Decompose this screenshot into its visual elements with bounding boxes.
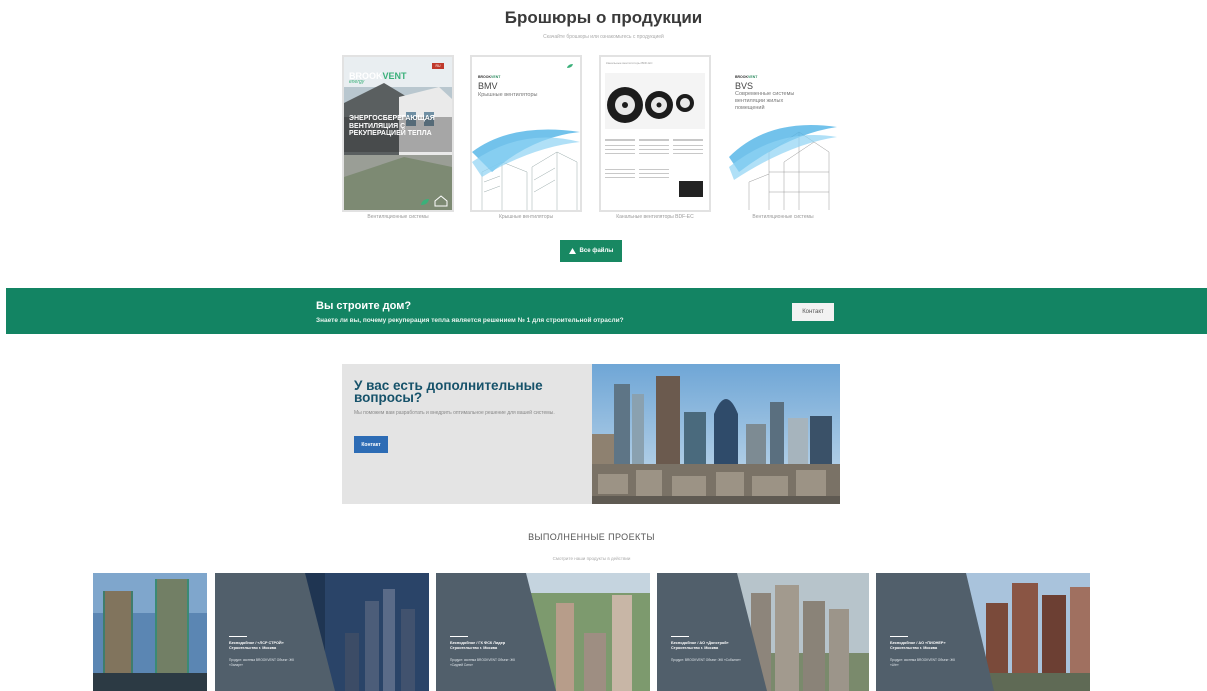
banner-heading: Вы строите дом? — [316, 300, 412, 312]
project-photo — [93, 573, 207, 691]
banner-text: Знаете ли вы, почему рекуперация тепла я… — [316, 317, 624, 324]
brochure-headline: ЭНЕРГОСБЕРЕГАЮЩАЯ ВЕНТИЛЯЦИЯ С РЕКУПЕРАЦ… — [349, 115, 435, 137]
project-caption: Бесподобное / АО «ПИОНЕР» Строительство … — [890, 636, 970, 667]
project-subtitle: Продукт: BROOKVENT Объект: ЖК «Событие» — [671, 658, 741, 662]
questions-panel: У вас есть дополнительные вопросы? Мы по… — [342, 364, 592, 504]
project-subtitle: Продукт: система BROOKVENT Объект: ЖК «С… — [450, 658, 516, 667]
project-title: Бесподобное / ГК ФСК Лидер Строительство… — [450, 641, 506, 650]
project-card[interactable]: Бесподобное / ГК ФСК Лидер Строительство… — [436, 573, 650, 691]
project-card[interactable]: Бесподобное / «ЛСР СТРОЙ» Строительство … — [215, 573, 429, 691]
projects-title: ВЫПОЛНЕННЫЕ ПРОЕКТЫ — [528, 532, 655, 542]
banner-contact-button[interactable]: Контакт — [792, 303, 834, 321]
brochure-product-sub: Современные системы вентиляции жилых пом… — [735, 91, 795, 111]
brochure-product-sub: Крышные вентиляторы — [478, 92, 538, 98]
brochure-caption: Крышные вентиляторы — [498, 214, 554, 220]
house-icon — [434, 195, 448, 207]
project-caption: Бесподобное / АО «Донстрой» Строительств… — [671, 636, 751, 663]
brochure-caption: Вентиляционные системы — [752, 214, 814, 220]
project-photo — [436, 573, 650, 691]
brochure-cover-art — [472, 129, 580, 210]
questions-heading: У вас есть дополнительные вопросы? — [354, 378, 543, 405]
project-card[interactable] — [93, 573, 207, 691]
all-files-button[interactable]: Все файлы — [560, 240, 622, 262]
cta-banner: Вы строите дом? Знаете ли вы, почему рек… — [6, 288, 1207, 334]
projects-subtitle: Смотрите наши продукты в действии — [552, 556, 631, 561]
project-card[interactable]: Бесподобное / АО «Донстрой» Строительств… — [657, 573, 869, 691]
leaf-icon — [421, 199, 429, 205]
language-badge: RU — [432, 63, 444, 69]
questions-text: Мы поможем вам разработать и внедрить оп… — [354, 410, 555, 416]
project-title: Бесподобное / АО «ПИОНЕР» Строительство … — [890, 641, 946, 650]
project-photo — [876, 573, 1090, 691]
project-title: Бесподобное / АО «Донстрой» Строительств… — [671, 641, 729, 650]
project-card[interactable]: Бесподобное / АО «ПИОНЕР» Строительство … — [876, 573, 1090, 691]
brochure-cover-art — [605, 73, 705, 197]
leaf-icon — [567, 64, 573, 68]
city-skyline-image — [592, 364, 840, 504]
brochure-caption: Канальные вентиляторы BDF-EC — [616, 214, 694, 220]
questions-contact-button[interactable]: Контакт — [354, 436, 388, 453]
brochure-card-energy[interactable]: BROOKVENT energy RU ЭНЕРГОСБЕРЕГАЮЩАЯ ВЕ… — [342, 55, 454, 212]
project-photo — [215, 573, 429, 691]
brochure-card-bmv[interactable]: BROOKVENT BMV Крышные вентиляторы — [470, 55, 582, 212]
brochure-caption: Вентиляционные системы — [367, 214, 429, 220]
brochures-title: Брошюры о продукции — [504, 8, 703, 27]
brochures-subtitle: Скачайте брошюры или ознакомьтесь с прод… — [543, 34, 664, 40]
brochure-card-bdf[interactable]: Канальные вентиляторы BDF-EC — [599, 55, 711, 212]
project-caption: Бесподобное / ГК ФСК Лидер Строительство… — [450, 636, 530, 667]
brochure-tagline: energy — [349, 79, 365, 85]
project-caption: Бесподобное / «ЛСР СТРОЙ» Строительство … — [229, 636, 309, 667]
project-subtitle: Продукт: система BROOKVENT Объект: ЖК «L… — [890, 658, 956, 667]
brochure-card-bvs[interactable]: BROOKVENT BVS Современные системы вентил… — [727, 55, 839, 212]
project-subtitle: Продукт: система BROOKVENT Объект: ЖК «З… — [229, 658, 295, 667]
brochure-product-name: BMV — [478, 81, 498, 91]
brochure-header: Канальные вентиляторы BDF-EC — [606, 61, 653, 65]
brochure-product-name: BVS — [735, 81, 754, 91]
project-title: Бесподобное / «ЛСР СТРОЙ» Строительство … — [229, 641, 284, 650]
all-files-label: Все файлы — [579, 248, 614, 254]
arrow-up-icon — [568, 248, 576, 254]
project-photo — [657, 573, 869, 691]
brochure-cover-art — [729, 125, 837, 210]
